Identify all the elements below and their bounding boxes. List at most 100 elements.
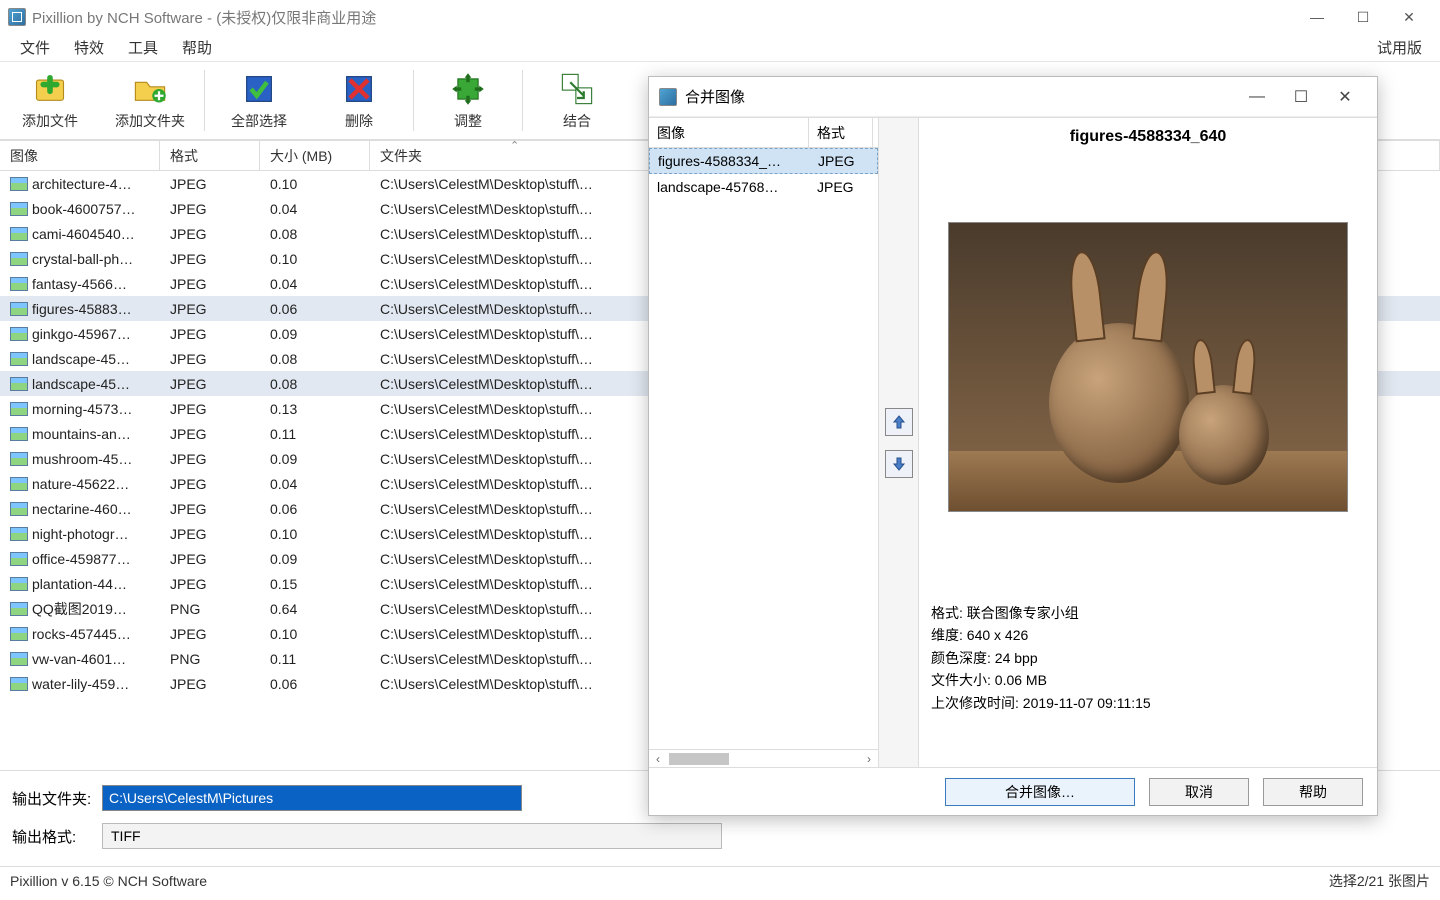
meta-depth-value: 24 bpp [995, 650, 1038, 666]
file-format: JPEG [160, 626, 260, 642]
list-item[interactable]: figures-4588334_…JPEG [649, 148, 878, 174]
dialog-header-format[interactable]: 格式 [809, 118, 873, 147]
output-folder-input[interactable] [102, 785, 522, 811]
thumbnail-icon [10, 427, 28, 441]
adjust-label: 调整 [454, 111, 482, 131]
file-size: 0.11 [260, 426, 370, 442]
thumbnail-icon [10, 202, 28, 216]
file-format: JPEG [160, 401, 260, 417]
thumbnail-icon [10, 527, 28, 541]
file-size: 0.10 [260, 176, 370, 192]
adjust-button[interactable]: 调整 [418, 62, 518, 139]
file-format: JPEG [160, 376, 260, 392]
add-file-button[interactable]: 添加文件 [0, 62, 100, 139]
list-item[interactable]: landscape-45768…JPEG [649, 174, 878, 200]
file-size: 0.09 [260, 451, 370, 467]
window-maximize-button[interactable]: ☐ [1340, 2, 1386, 32]
merge-button[interactable]: 合并图像… [945, 778, 1135, 806]
add-folder-button[interactable]: 添加文件夹 [100, 62, 200, 139]
file-name: landscape-45… [32, 376, 130, 392]
status-right: 选择2/21 张图片 [1329, 871, 1430, 891]
dialog-maximize-button[interactable]: ☐ [1279, 82, 1323, 112]
file-size: 0.11 [260, 651, 370, 667]
file-name: night-photogr… [32, 526, 129, 542]
status-left: Pixillion v 6.15 © NCH Software [10, 873, 207, 889]
thumbnail-icon [10, 652, 28, 666]
dialog-horizontal-scrollbar[interactable]: ‹› [649, 749, 878, 767]
file-size: 0.04 [260, 476, 370, 492]
thumbnail-icon [10, 352, 28, 366]
thumbnail-icon [10, 452, 28, 466]
meta-format-label: 格式: [931, 605, 963, 621]
add-folder-icon [132, 71, 168, 107]
file-name: figures-45883… [32, 301, 132, 317]
file-name: vw-van-4601… [32, 651, 126, 667]
combine-button[interactable]: 结合 [527, 62, 627, 139]
preview-image [948, 222, 1348, 512]
header-size[interactable]: 大小 (MB) [260, 141, 370, 170]
header-image[interactable]: 图像 [0, 141, 160, 170]
delete-button[interactable]: 删除 [309, 62, 409, 139]
file-size: 0.04 [260, 276, 370, 292]
file-size: 0.64 [260, 601, 370, 617]
file-name: office-459877… [32, 551, 131, 567]
output-format-dropdown[interactable]: TIFF [102, 823, 722, 849]
main-window-titlebar: Pixillion by NCH Software - (未授权)仅限非商业用途… [0, 0, 1440, 34]
file-format: JPEG [160, 676, 260, 692]
dialog-file-list: 图像 格式 figures-4588334_…JPEGlandscape-457… [649, 118, 879, 767]
dialog-minimize-button[interactable]: — [1235, 82, 1279, 112]
thumbnail-icon [10, 477, 28, 491]
window-close-button[interactable]: ✕ [1386, 2, 1432, 32]
dialog-header-image[interactable]: 图像 [649, 118, 809, 147]
file-size: 0.08 [260, 226, 370, 242]
file-size: 0.10 [260, 251, 370, 267]
window-minimize-button[interactable]: — [1294, 2, 1340, 32]
file-format: JPEG [160, 276, 260, 292]
add-file-icon [32, 71, 68, 107]
merge-images-dialog: 合并图像 — ☐ ✕ 图像 格式 figures-4588334_…JPEGla… [648, 76, 1378, 816]
file-name: QQ截图2019… [32, 599, 127, 619]
file-format: PNG [160, 601, 260, 617]
meta-size-value: 0.06 MB [995, 672, 1047, 688]
cancel-button[interactable]: 取消 [1149, 778, 1249, 806]
output-folder-label: 输出文件夹: [12, 788, 92, 809]
menu-help[interactable]: 帮助 [170, 34, 224, 61]
help-button[interactable]: 帮助 [1263, 778, 1363, 806]
dialog-file-format: JPEG [809, 179, 873, 195]
file-format: JPEG [160, 326, 260, 342]
file-format: JPEG [160, 551, 260, 567]
select-all-label: 全部选择 [231, 111, 287, 131]
thumbnail-icon [10, 252, 28, 266]
file-name: crystal-ball-ph… [32, 251, 133, 267]
dialog-app-icon [659, 88, 677, 106]
meta-depth-label: 颜色深度: [931, 650, 991, 666]
header-format[interactable]: 格式 [160, 141, 260, 170]
move-up-button[interactable] [885, 408, 913, 436]
file-name: cami-4604540… [32, 226, 135, 242]
move-down-button[interactable] [885, 450, 913, 478]
file-size: 0.04 [260, 201, 370, 217]
select-all-icon [241, 71, 277, 107]
delete-icon [341, 71, 377, 107]
thumbnail-icon [10, 177, 28, 191]
dialog-file-format: JPEG [810, 153, 874, 169]
sort-asc-icon: ⌃ [510, 141, 519, 152]
file-format: JPEG [160, 426, 260, 442]
adjust-icon [450, 71, 486, 107]
select-all-button[interactable]: 全部选择 [209, 62, 309, 139]
menu-file[interactable]: 文件 [8, 34, 62, 61]
thumbnail-icon [10, 677, 28, 691]
dialog-close-button[interactable]: ✕ [1323, 82, 1367, 112]
file-name: nature-45622… [32, 476, 129, 492]
menu-tools[interactable]: 工具 [116, 34, 170, 61]
thumbnail-icon [10, 577, 28, 591]
thumbnail-icon [10, 502, 28, 516]
meta-mod-value: 2019-11-07 09:11:15 [1023, 695, 1151, 711]
menu-effects[interactable]: 特效 [62, 34, 116, 61]
dialog-file-name: landscape-45768… [649, 179, 809, 195]
file-size: 0.06 [260, 301, 370, 317]
trial-label[interactable]: 试用版 [1377, 37, 1432, 58]
file-size: 0.13 [260, 401, 370, 417]
file-name: plantation-44… [32, 576, 127, 592]
statusbar: Pixillion v 6.15 © NCH Software 选择2/21 张… [0, 866, 1440, 894]
